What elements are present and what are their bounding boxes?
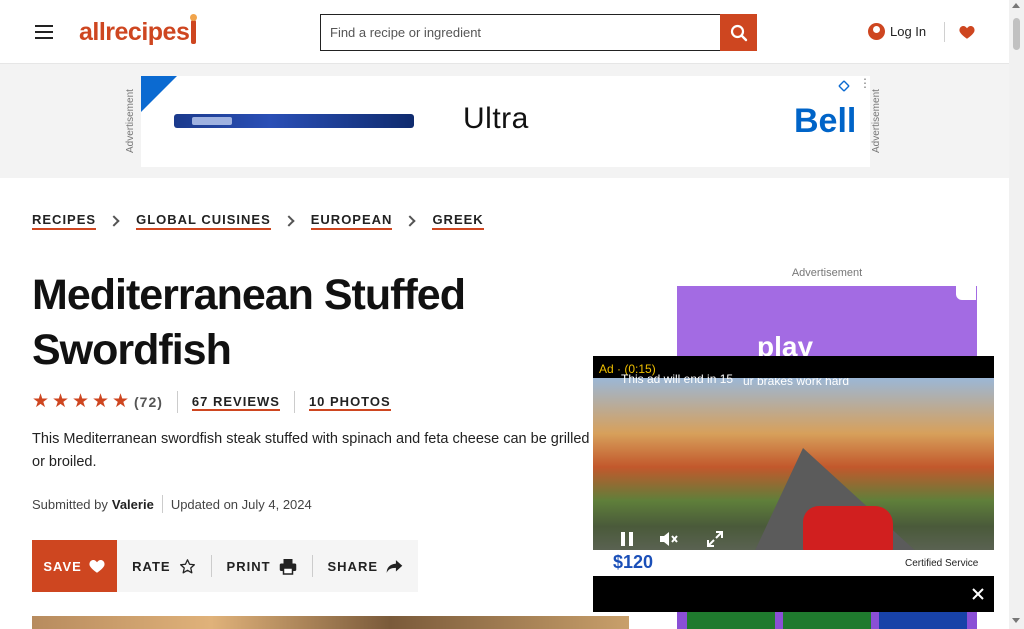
video-ticker: $120 Certified Service — [593, 550, 994, 576]
search-button[interactable] — [720, 14, 757, 51]
chevron-right-icon — [283, 215, 295, 227]
breadcrumb-greek[interactable]: GREEK — [432, 212, 484, 230]
logo-text: allrecipes — [79, 18, 190, 46]
search-icon — [730, 24, 747, 41]
save-label: SAVE — [43, 558, 82, 574]
rate-label: RATE — [132, 558, 171, 574]
breadcrumb-european[interactable]: EUROPEAN — [310, 212, 393, 230]
scrollbar-thumb[interactable] — [1013, 18, 1020, 50]
ad-cert: Certified Service — [905, 558, 979, 569]
heart-icon — [89, 560, 105, 573]
ad-end-notice: This ad will end in 15 — [621, 372, 734, 386]
star-icon[interactable]: ★ — [32, 392, 50, 411]
video-car — [803, 506, 893, 554]
ad-headline: Ultra — [463, 102, 529, 135]
pause-icon — [621, 532, 633, 546]
byline: Submitted by Valerie Updated on July 4, … — [32, 494, 312, 514]
hamburger-line — [35, 31, 53, 33]
chevron-right-icon — [108, 215, 120, 227]
hamburger-icon — [35, 25, 53, 27]
side-ad-header — [677, 286, 977, 356]
video-overlay-text: ur brakes work hard — [743, 378, 850, 388]
hamburger-line — [35, 37, 53, 39]
ad-price: $120 — [613, 552, 654, 572]
scroll-down-icon[interactable] — [1012, 618, 1020, 623]
ad-menu-icon[interactable]: ⋮ — [859, 77, 870, 89]
photos-link[interactable]: 10 PHOTOS — [308, 394, 391, 411]
close-video-button[interactable] — [966, 582, 990, 606]
adchoices-icon[interactable] — [956, 286, 976, 300]
rating-count[interactable]: (72) — [134, 394, 163, 410]
ad-corner-decoration — [141, 76, 177, 112]
print-label: PRINT — [226, 558, 271, 574]
share-arrow-icon — [386, 559, 403, 573]
expand-icon — [707, 531, 723, 547]
rating-divider — [293, 391, 295, 413]
rate-button[interactable]: RATE — [117, 558, 210, 575]
mute-icon — [660, 532, 678, 546]
ad-brand: Bell — [794, 102, 857, 140]
recipe-actions: SAVE RATE PRINT SHARE — [32, 540, 418, 592]
star-icon[interactable]: ★ — [112, 392, 130, 411]
author-link[interactable]: Valerie — [112, 497, 154, 512]
reviews-link[interactable]: 67 REVIEWS — [191, 394, 280, 411]
mute-button[interactable] — [653, 528, 685, 550]
video-ad-player[interactable]: ur brakes work hard Ad · (0:15) This ad … — [593, 356, 994, 612]
breadcrumb-global-cuisines[interactable]: GLOBAL CUISINES — [136, 212, 271, 230]
breadcrumb: RECIPES GLOBAL CUISINES EUROPEAN GREEK — [32, 210, 484, 232]
chevron-right-icon — [404, 215, 417, 227]
ad-label-left: Advertisement — [125, 89, 136, 153]
login-label: Log In — [890, 24, 927, 39]
close-icon — [972, 588, 984, 600]
star-rating: ★ ★ ★ ★ ★ — [32, 392, 130, 411]
ad-label-right: Advertisement — [871, 89, 882, 153]
star-icon[interactable]: ★ — [72, 392, 90, 411]
fullscreen-button[interactable] — [699, 528, 731, 550]
scroll-up-icon[interactable] — [1012, 3, 1020, 8]
updated-date: Updated on July 4, 2024 — [170, 496, 312, 512]
search-input[interactable] — [320, 14, 720, 51]
recipe-description: This Mediterranean swordfish steak stuff… — [32, 431, 590, 470]
site-logo[interactable]: allrecipes — [79, 14, 198, 48]
user-icon — [868, 23, 885, 40]
rating-divider — [176, 391, 178, 413]
menu-button[interactable] — [31, 20, 57, 44]
login-button[interactable]: Log In — [868, 19, 926, 44]
favorites-button[interactable] — [955, 18, 979, 46]
pause-button[interactable] — [611, 528, 643, 550]
ad-phone-image — [174, 114, 414, 128]
byline-divider — [161, 495, 163, 513]
search-bar — [320, 14, 757, 51]
recipe-hero-image — [32, 616, 629, 629]
site-header: allrecipes Log In — [0, 0, 1009, 64]
print-button[interactable]: PRINT — [212, 558, 312, 575]
star-icon[interactable]: ★ — [52, 392, 70, 411]
top-ad-banner[interactable]: Ultra Bell ⋮ — [141, 76, 870, 167]
share-button[interactable]: SHARE — [313, 559, 419, 574]
rating-row: ★ ★ ★ ★ ★ (72) 67 REVIEWS 10 PHOTOS — [32, 391, 391, 413]
header-divider — [944, 22, 945, 42]
submitted-prefix: Submitted by — [32, 496, 108, 512]
page-title: Mediterranean Stuffed Swordfish — [32, 271, 466, 374]
star-outline-icon — [179, 558, 195, 573]
heart-icon — [959, 26, 975, 39]
page-scrollbar[interactable] — [1009, 0, 1024, 629]
logo-tick-icon — [190, 14, 198, 44]
side-ad-label: Advertisement — [791, 267, 863, 279]
printer-icon — [279, 558, 296, 575]
share-label: SHARE — [327, 558, 379, 574]
save-button[interactable]: SAVE — [32, 540, 118, 592]
adchoices-icon[interactable] — [838, 80, 850, 92]
breadcrumb-recipes[interactable]: RECIPES — [32, 212, 97, 230]
star-icon[interactable]: ★ — [92, 392, 110, 411]
